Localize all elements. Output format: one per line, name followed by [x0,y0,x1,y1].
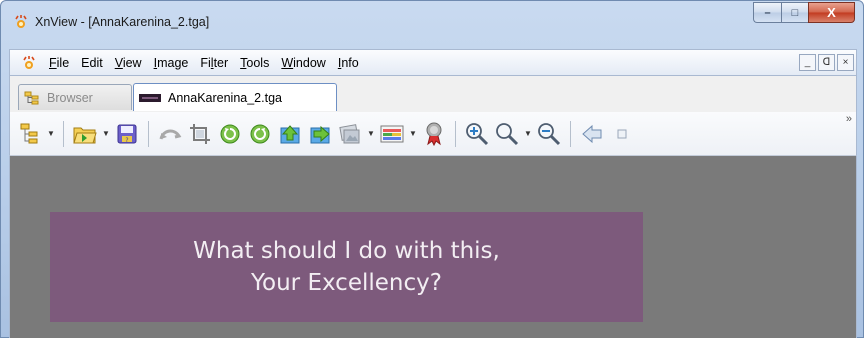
zoom-out-button[interactable] [534,119,564,149]
toolbar-separator [455,120,456,147]
undo-icon [159,129,182,140]
zoom-actual-size-icon [496,122,519,145]
restore-icon: ᗡ [822,57,831,68]
browser-tree-icon [24,91,39,104]
color-adjust-icon [380,125,404,142]
close-icon: × [842,57,849,68]
open-folder-icon [73,127,97,143]
caption-buttons: – □ X [753,2,855,24]
menu-image[interactable]: Image [148,56,195,70]
tab-browser-label: Browser [47,90,93,105]
rotate-left-button[interactable] [215,119,245,149]
image-viewer[interactable]: What should I do with this, Your Excelle… [9,156,857,338]
effects-button[interactable] [419,119,449,149]
save-icon: ? [117,124,137,144]
rotate-left-icon [220,124,240,143]
menu-filter[interactable]: Filter [194,56,234,70]
minimize-button[interactable]: – [753,2,781,23]
back-arrow-icon [582,124,602,143]
app-window: XnView - [AnnaKarenina_2.tga] – □ X File… [0,0,864,338]
zoom-in-icon [466,122,489,145]
displayed-image: What should I do with this, Your Excelle… [50,212,643,322]
forward-button[interactable] [607,119,637,149]
previous-image-icon [280,124,300,143]
minimize-icon: – [764,6,771,19]
tab-annakarenina[interactable]: AnnaKarenina_2.tga [133,83,337,111]
forward-arrow-icon [617,129,627,138]
save-button[interactable]: ? [112,119,142,149]
menu-view[interactable]: View [109,56,148,70]
next-image-icon [310,125,330,143]
toolbar-overflow-chevron[interactable]: » [846,113,852,125]
toolbar-separator [570,120,571,147]
toolbar-separator [63,120,64,147]
title-bar[interactable]: XnView - [AnnaKarenina_2.tga] – □ X [1,1,863,41]
slideshow-dropdown[interactable]: ▼ [365,119,377,149]
maximize-button[interactable]: □ [781,2,808,23]
zoom-out-icon [538,122,561,145]
zoom-dropdown[interactable]: ▼ [522,119,534,149]
effects-icon [426,122,442,146]
minimize-icon: _ [804,57,811,68]
tab-image-label: AnnaKarenina_2.tga [168,90,282,105]
menu-file[interactable]: File [43,56,75,70]
menu-edit[interactable]: Edit [75,56,109,70]
open-button[interactable] [70,119,100,149]
crop-button[interactable] [185,119,215,149]
document-minimize-button[interactable]: _ [799,54,816,71]
maximize-icon: □ [791,6,799,19]
image-thumbnail-icon [139,93,161,102]
previous-image-button[interactable] [275,119,305,149]
rotate-right-icon [250,124,270,143]
close-button[interactable]: X [808,2,855,23]
zoom-in-button[interactable] [462,119,492,149]
slideshow-button[interactable] [335,119,365,149]
crop-icon [190,123,210,144]
tab-browser[interactable]: Browser [18,84,132,110]
tab-bar: Browser AnnaKarenina_2.tga [9,76,857,112]
document-caption-buttons: _ ᗡ × [799,54,854,71]
document-restore-button[interactable]: ᗡ [818,54,835,71]
image-subtitle: What should I do with this, Your Excelle… [193,235,500,299]
close-icon: X [827,5,836,20]
undo-button[interactable] [155,119,185,149]
color-adjust-button[interactable] [377,119,407,149]
rotate-right-button[interactable] [245,119,275,149]
toolbar: ▼ ▼ ? ▼ ▼ ▼ » [9,112,857,156]
tree-view-dropdown[interactable]: ▼ [45,119,57,149]
zoom-actual-size-button[interactable] [492,119,522,149]
document-system-menu-icon[interactable] [21,55,37,71]
next-image-button[interactable] [305,119,335,149]
svg-text:?: ? [125,137,128,144]
menu-window[interactable]: Window [275,56,331,70]
image-subtitle-line-2: Your Excellency? [251,270,442,296]
color-adjust-dropdown[interactable]: ▼ [407,119,419,149]
tree-view-icon [20,123,38,143]
menu-info[interactable]: Info [332,56,365,70]
image-subtitle-line-1: What should I do with this, [193,238,500,264]
menu-bar: File Edit View Image Filter Tools Window… [9,49,857,76]
menu-tools[interactable]: Tools [234,56,275,70]
open-dropdown[interactable]: ▼ [100,119,112,149]
window-title: XnView - [AnnaKarenina_2.tga] [35,15,210,29]
tree-view-button[interactable] [15,119,45,149]
toolbar-separator [148,120,149,147]
slideshow-icon [339,123,360,143]
xnview-app-icon[interactable] [13,14,29,30]
document-close-button[interactable]: × [837,54,854,71]
back-button[interactable] [577,119,607,149]
